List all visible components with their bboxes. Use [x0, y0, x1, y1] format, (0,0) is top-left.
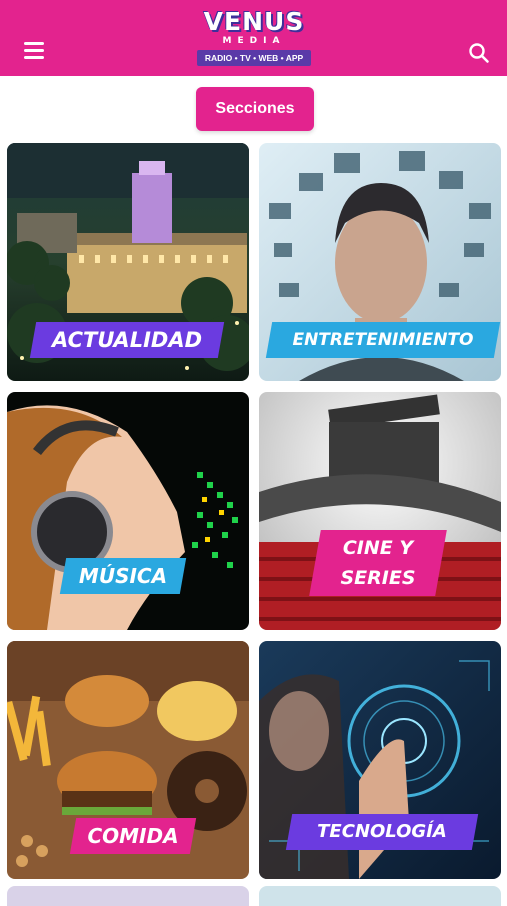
woman-headphones-image	[7, 392, 249, 630]
logo-title: VENUS	[203, 7, 305, 36]
card-entretenimiento[interactable]: ENTRETENIMIENTO	[259, 143, 501, 381]
hamburger-menu-icon[interactable]	[24, 42, 44, 60]
card-cine-y-series[interactable]: CINE Y SERIES	[259, 392, 501, 630]
venus-media-logo[interactable]: VENUS MEDIA RADIO • TV • WEB • APP	[194, 8, 314, 74]
card-label: ENTRETENIMIENTO	[265, 322, 501, 358]
logo-subtitle: MEDIA	[222, 36, 286, 46]
card-label: CINE Y SERIES	[309, 530, 447, 596]
logo-tagline: RADIO • TV • WEB • APP	[196, 50, 312, 66]
secciones-button[interactable]: Secciones	[196, 87, 314, 131]
search-icon[interactable]	[468, 42, 490, 64]
card-tecnologia[interactable]: TECNOLOGÍA	[259, 641, 501, 879]
card-label: COMIDA	[69, 818, 197, 854]
card-actualidad[interactable]: ACTUALIDAD	[7, 143, 249, 381]
card-partial-right[interactable]	[259, 886, 501, 906]
card-label: ACTUALIDAD	[29, 322, 225, 358]
card-partial-left[interactable]	[7, 886, 249, 906]
card-musica[interactable]: MÚSICA	[7, 392, 249, 630]
card-label: TECNOLOGÍA	[285, 814, 479, 850]
app-header: VENUS MEDIA RADIO • TV • WEB • APP	[0, 0, 507, 76]
card-comida[interactable]: COMIDA	[7, 641, 249, 879]
card-label: MÚSICA	[59, 558, 187, 594]
